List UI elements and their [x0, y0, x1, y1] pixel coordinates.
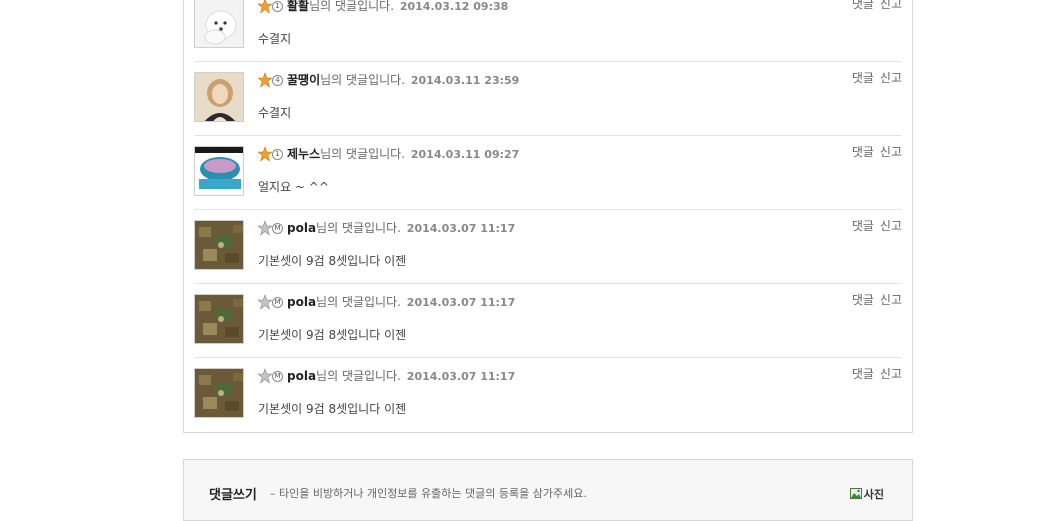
- level-badge: 4: [272, 75, 283, 86]
- photo-attach-label: 사진: [863, 488, 884, 501]
- report-button[interactable]: 신고: [880, 367, 902, 381]
- comment-author-suffix: 님의 댓글입니다.: [320, 73, 406, 87]
- comment-author-suffix: 님의 댓글입니다.: [309, 0, 395, 13]
- level-badge: M: [272, 223, 283, 234]
- level-badge: M: [272, 297, 283, 308]
- report-button[interactable]: 신고: [880, 293, 902, 307]
- comment-meta: Mpola님의 댓글입니다. 2014.03.07 11:17: [258, 220, 515, 236]
- comment-date: 2014.03.07 11:17: [406, 222, 516, 235]
- comment-divider: [194, 283, 902, 284]
- comment-text: 기본셋이 9검 8셋입니다 이젠: [258, 402, 407, 416]
- comment-text: 기본셋이 9검 8셋입니다 이젠: [258, 328, 407, 342]
- comment-actions: 댓글 신고: [846, 143, 902, 160]
- comment-write-section: 댓글쓰기 – 타인을 비방하거나 개인정보를 유출하는 댓글의 등록을 삼가주세…: [183, 459, 913, 521]
- avatar[interactable]: [194, 294, 244, 344]
- comment-author[interactable]: 제누스: [287, 147, 320, 161]
- avatar[interactable]: [194, 368, 244, 418]
- image-icon: [849, 488, 862, 499]
- comment-actions: 댓글 신고: [846, 291, 902, 308]
- comment-author[interactable]: 활활: [287, 0, 309, 13]
- avatar[interactable]: [194, 72, 244, 122]
- reply-button[interactable]: 댓글: [852, 293, 874, 307]
- comment-author-suffix: 님의 댓글입니다.: [316, 369, 401, 383]
- reply-button[interactable]: 댓글: [852, 219, 874, 233]
- silver-star-icon: [258, 294, 272, 310]
- silver-star-icon: [258, 220, 272, 236]
- comment-date: 2014.03.12 09:38: [399, 0, 509, 13]
- gold-star-icon: [258, 146, 272, 162]
- reply-button[interactable]: 댓글: [852, 0, 874, 11]
- comment-meta: Mpola님의 댓글입니다. 2014.03.07 11:17: [258, 368, 515, 384]
- reply-button[interactable]: 댓글: [852, 367, 874, 381]
- reply-button[interactable]: 댓글: [852, 71, 874, 85]
- report-button[interactable]: 신고: [880, 145, 902, 159]
- avatar[interactable]: [194, 0, 244, 48]
- comment-date: 2014.03.07 11:17: [406, 296, 516, 309]
- comment-text: 수결지: [258, 32, 292, 46]
- comment-date: 2014.03.11 23:59: [410, 74, 520, 87]
- comment-meta: 1 활활님의 댓글입니다. 2014.03.12 09:38: [258, 0, 508, 14]
- reply-button[interactable]: 댓글: [852, 145, 874, 159]
- comment-date: 2014.03.07 11:17: [406, 370, 516, 383]
- comment-text: 기본셋이 9검 8셋입니다 이젠: [258, 254, 407, 268]
- comment-actions: 댓글 신고: [846, 0, 902, 12]
- comment-text: 얼지요 ~ ^^: [258, 180, 329, 194]
- comment-actions: 댓글 신고: [846, 365, 902, 382]
- comment-actions: 댓글 신고: [846, 69, 902, 86]
- comment-author-suffix: 님의 댓글입니다.: [320, 147, 406, 161]
- comment-meta: 4 꿀떙이님의 댓글입니다. 2014.03.11 23:59: [258, 72, 519, 88]
- report-button[interactable]: 신고: [880, 71, 902, 85]
- photo-attach-button[interactable]: 사진: [849, 486, 884, 502]
- comment-divider: [194, 135, 902, 136]
- comment-divider: [194, 61, 902, 62]
- silver-star-icon: [258, 368, 272, 384]
- comment-item: Mpola님의 댓글입니다. 2014.03.07 11:17 댓글 신고 기본셋…: [194, 365, 902, 442]
- comment-author[interactable]: pola: [287, 369, 316, 383]
- level-badge: M: [272, 371, 283, 382]
- comment-divider: [194, 357, 902, 358]
- comment-meta: Mpola님의 댓글입니다. 2014.03.07 11:17: [258, 294, 515, 310]
- comment-text: 수결지: [258, 106, 292, 120]
- comment-meta: 1 제누스님의 댓글입니다. 2014.03.11 09:27: [258, 146, 519, 162]
- avatar[interactable]: [194, 220, 244, 270]
- level-badge: 1: [272, 149, 283, 160]
- comment-write-title: 댓글쓰기: [209, 488, 257, 503]
- comment-divider: [194, 209, 902, 210]
- gold-star-icon: [258, 72, 272, 88]
- report-button[interactable]: 신고: [880, 0, 902, 11]
- gold-star-icon: [258, 0, 272, 14]
- comment-actions: 댓글 신고: [846, 217, 902, 234]
- avatar[interactable]: [194, 146, 244, 196]
- comment-author-suffix: 님의 댓글입니다.: [316, 295, 401, 309]
- comment-author[interactable]: pola: [287, 221, 316, 235]
- level-badge: 1: [272, 1, 283, 12]
- comment-list-panel: 1 활활님의 댓글입니다. 2014.03.12 09:38 댓글 신고 수결지 4…: [183, 0, 913, 433]
- comment-author[interactable]: pola: [287, 295, 316, 309]
- comment-date: 2014.03.11 09:27: [410, 148, 520, 161]
- comment-author[interactable]: 꿀떙이: [287, 73, 320, 87]
- report-button[interactable]: 신고: [880, 219, 902, 233]
- comment-author-suffix: 님의 댓글입니다.: [316, 221, 401, 235]
